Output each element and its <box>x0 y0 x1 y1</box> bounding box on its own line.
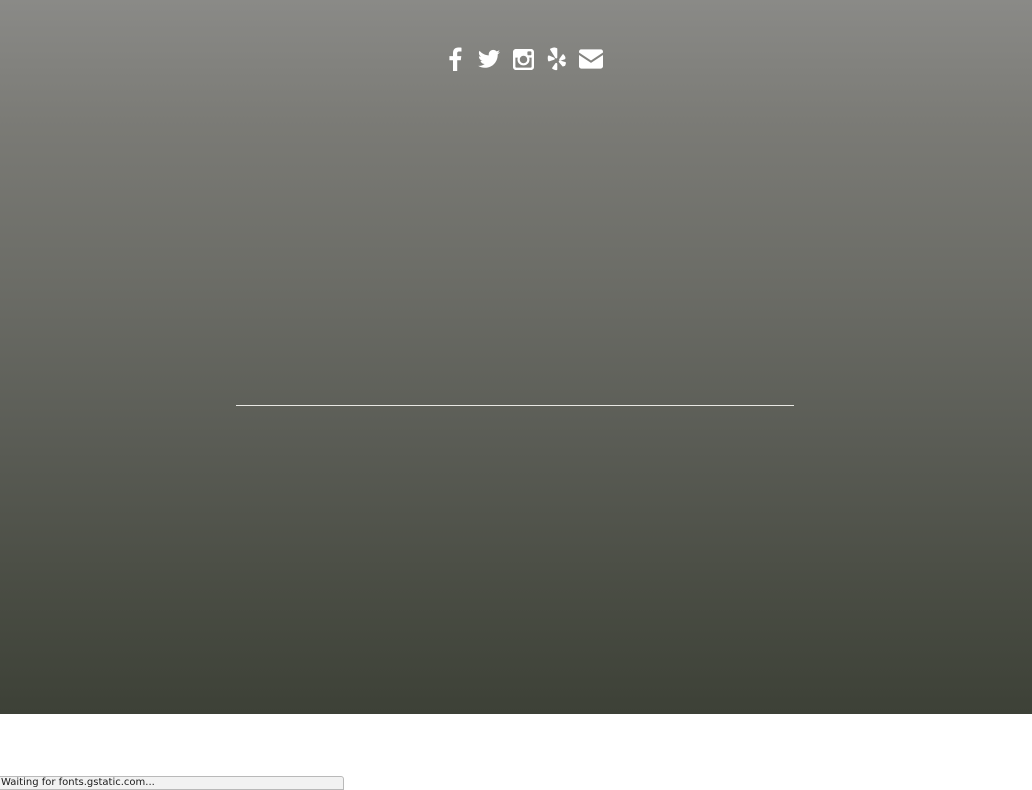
facebook-link[interactable] <box>443 44 467 74</box>
hero-section <box>0 0 1032 714</box>
yelp-icon <box>547 47 566 71</box>
yelp-link[interactable] <box>545 44 569 74</box>
twitter-link[interactable] <box>477 44 501 74</box>
social-links <box>0 44 1032 74</box>
email-link[interactable] <box>579 44 603 74</box>
facebook-icon <box>449 47 462 71</box>
instagram-link[interactable] <box>511 44 535 74</box>
browser-status-bar: Waiting for fonts.gstatic.com... <box>0 776 344 790</box>
email-icon <box>579 49 603 69</box>
section-divider <box>236 405 794 406</box>
twitter-icon <box>478 49 500 68</box>
instagram-icon <box>512 48 534 70</box>
